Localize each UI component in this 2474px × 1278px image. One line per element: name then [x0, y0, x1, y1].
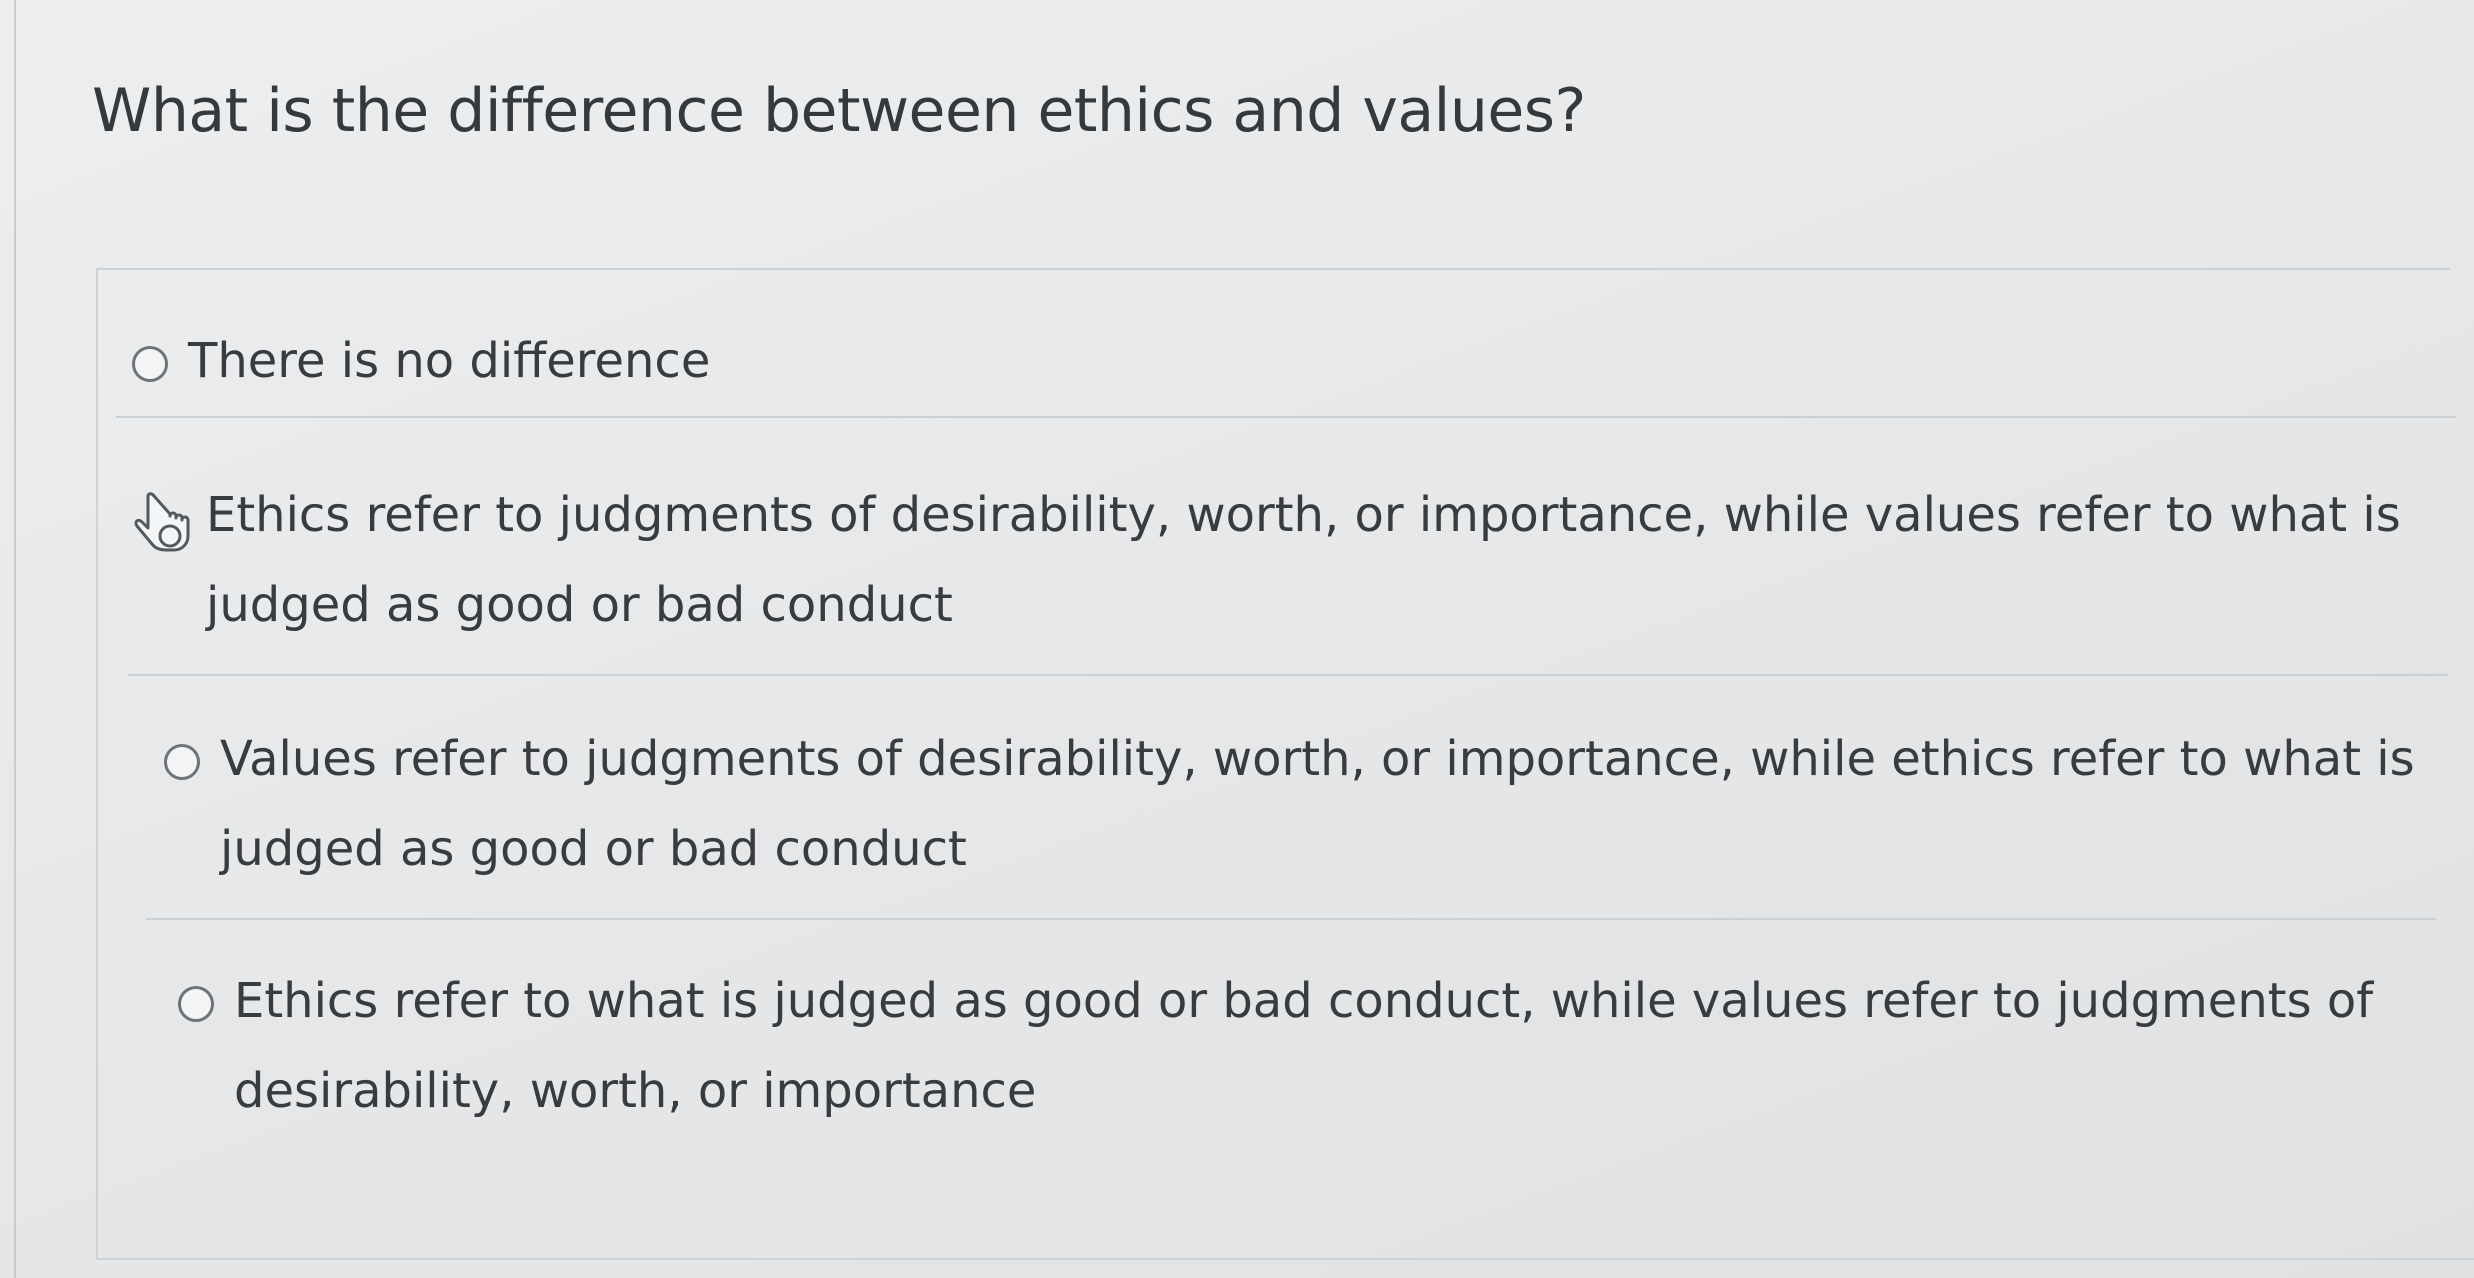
answer-option-label: There is no difference [188, 333, 711, 389]
answer-option-3[interactable]: Values refer to judgments of desirabilit… [164, 731, 2434, 894]
answer-option-label: Values refer to judgments of desirabilit… [220, 731, 2415, 877]
question-title: What is the difference between ethics an… [92, 76, 1586, 146]
radio-button-icon[interactable] [164, 744, 200, 780]
answer-options-card: There is no difference Ethics refer to j… [96, 268, 2474, 1260]
divider [146, 918, 2436, 920]
quiz-screen: What is the difference between ethics an… [0, 0, 2474, 1278]
answer-option-2[interactable]: Ethics refer to judgments of desirabilit… [134, 487, 2434, 650]
radio-button-icon[interactable] [132, 346, 168, 382]
answer-option-label: Ethics refer to judgments of desirabilit… [206, 487, 2401, 633]
hand-pointer-icon [134, 492, 190, 552]
radio-button-icon[interactable] [178, 986, 214, 1022]
divider [116, 416, 2456, 418]
answer-option-1[interactable]: There is no difference [132, 333, 2422, 406]
divider [128, 674, 2448, 676]
answer-option-4[interactable]: Ethics refer to what is judged as good o… [178, 973, 2438, 1136]
divider [98, 268, 2450, 270]
answer-option-label: Ethics refer to what is judged as good o… [234, 973, 2374, 1119]
left-border [14, 0, 16, 1278]
